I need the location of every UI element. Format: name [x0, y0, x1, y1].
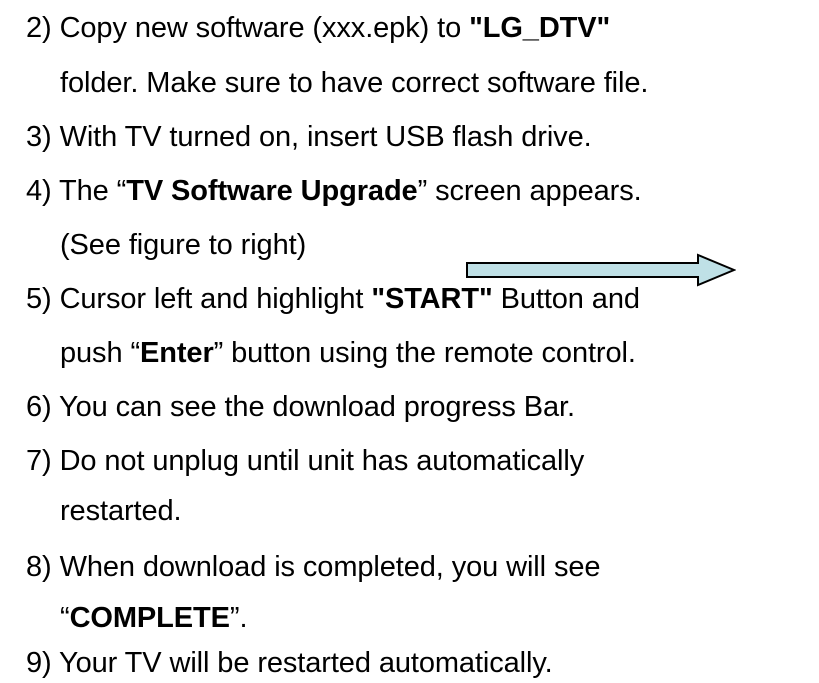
screen-name: TV Software Upgrade — [126, 175, 418, 207]
step-number: 5) — [26, 283, 52, 315]
folder-name: LG_DTV — [482, 12, 597, 44]
enter-label: Enter — [140, 337, 214, 369]
step-number: 3) — [26, 121, 52, 153]
step-number: 7) — [26, 445, 52, 477]
step-2-line-2: folder. Make sure to have correct softwa… — [60, 67, 649, 99]
step-6-line-1: 6) You can see the download progress Bar… — [26, 391, 575, 423]
step-8-line-2: “COMPLETE”. — [60, 602, 248, 634]
step-4-line-1: 4) The “TV Software Upgrade” screen appe… — [26, 175, 642, 207]
step-7-line-2: restarted. — [60, 495, 182, 527]
step-4-line-2: (See figure to right) — [60, 229, 307, 261]
step-number: 6) — [26, 391, 52, 423]
step-8-line-1: 8) When download is completed, you will … — [26, 551, 601, 583]
step-2-line-1: 2) Copy new software (xxx.epk) to "LG_DT… — [26, 12, 611, 44]
complete-label: COMPLETE — [69, 602, 230, 634]
instruction-page: 2) Copy new software (xxx.epk) to "LG_DT… — [0, 0, 819, 683]
step-9-line-1: 9) Your TV will be restarted automatical… — [26, 647, 553, 679]
step-number: 4) — [26, 175, 52, 207]
step-number: 9) — [26, 647, 52, 679]
step-5-line-2: push “Enter” button using the remote con… — [60, 337, 636, 369]
step-number: 2) — [26, 12, 52, 44]
step-7-line-1: 7) Do not unplug until unit has automati… — [26, 445, 585, 477]
step-5-line-1: 5) Cursor left and highlight "START" But… — [26, 283, 640, 315]
step-3-line-1: 3) With TV turned on, insert USB flash d… — [26, 121, 592, 153]
step-number: 8) — [26, 551, 52, 583]
start-label: START — [384, 283, 479, 315]
